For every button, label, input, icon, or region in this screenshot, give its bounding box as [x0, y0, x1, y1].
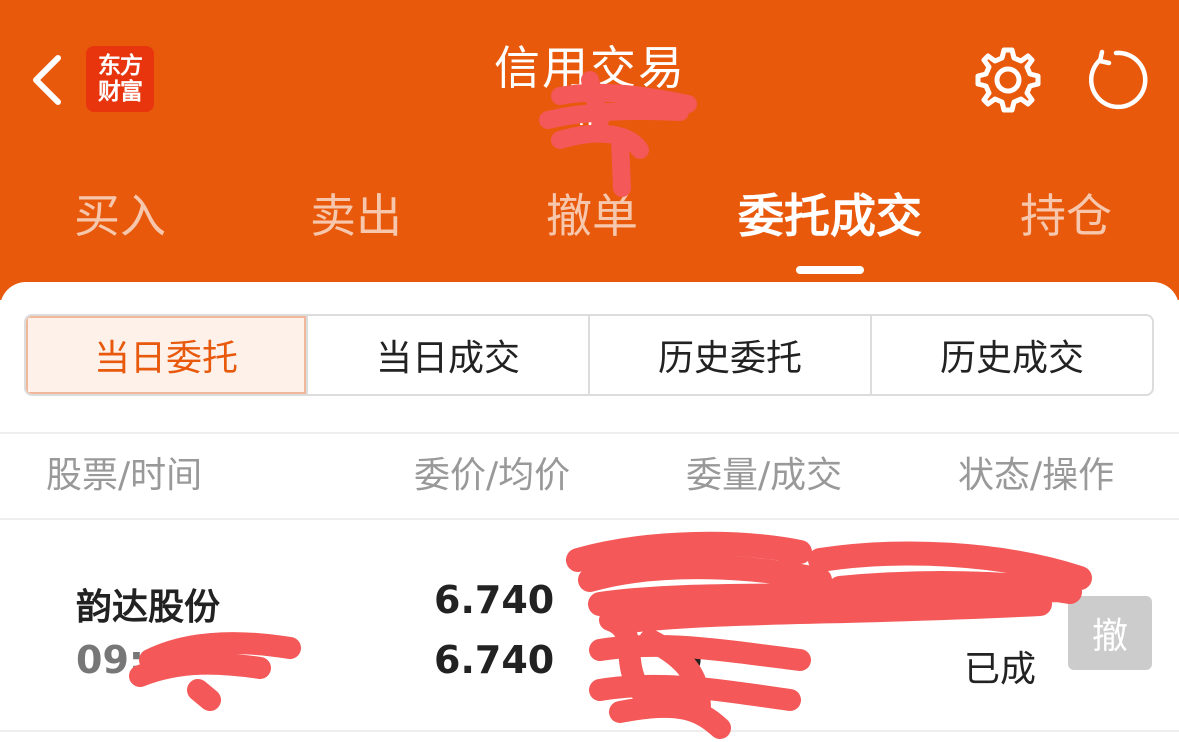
- tab-orders-fills[interactable]: 委托成交: [710, 180, 950, 252]
- tab-positions[interactable]: 持仓: [946, 180, 1179, 252]
- column-stock-time: 股票/时间: [46, 455, 203, 496]
- refresh-icon: [1089, 49, 1148, 110]
- account-subtitle: …: [577, 102, 603, 132]
- gear-icon: [975, 47, 1041, 113]
- order-time: 09:: [76, 638, 145, 682]
- segment-history-orders[interactable]: 历史委托: [588, 316, 870, 394]
- average-price: 6.740: [434, 638, 555, 682]
- stock-name: 韵达股份: [76, 587, 221, 628]
- logo-line-1: 东方: [98, 53, 143, 79]
- filled-quantity: 0: [676, 638, 703, 682]
- table-header: 股票/时间 委价/均价 委量/成交 状态/操作: [0, 432, 1179, 520]
- column-price-avg: 委价/均价: [414, 455, 571, 496]
- segment-today-orders[interactable]: 当日委托: [26, 316, 306, 394]
- segment-history-fills[interactable]: 历史成交: [870, 316, 1152, 394]
- active-tab-indicator: [796, 266, 864, 274]
- column-status-action: 状态/操作: [958, 455, 1115, 496]
- column-quantity-filled: 委量/成交: [686, 455, 843, 496]
- tab-cancel-order[interactable]: 撤单: [472, 180, 712, 252]
- chevron-left-icon: [33, 55, 61, 105]
- app-header: 东方 财富 信用交易 … 买入 卖出 撤单 委托成交 持仓: [0, 0, 1179, 300]
- segment-today-fills[interactable]: 当日成交: [306, 316, 588, 394]
- tab-buy[interactable]: 买入: [0, 180, 240, 252]
- tab-sell[interactable]: 卖出: [236, 180, 476, 252]
- order-type-segmented-control: 当日委托 当日成交 历史委托 历史成交: [24, 314, 1154, 396]
- page-title: 信用交易: [494, 41, 686, 95]
- refresh-button[interactable]: [1082, 46, 1150, 114]
- order-status: 已成: [964, 649, 1037, 690]
- back-button[interactable]: [26, 52, 70, 108]
- app-logo: 东方 财富: [86, 46, 154, 112]
- logo-line-2: 财富: [98, 79, 143, 105]
- order-price: 6.740: [434, 578, 555, 622]
- table-row[interactable]: 韵达股份 09: 6.740 6.740 0 已成 撤: [0, 520, 1179, 732]
- settings-button[interactable]: [970, 44, 1042, 116]
- cancel-order-button[interactable]: 撤: [1068, 596, 1152, 670]
- content-panel: 当日委托 当日成交 历史委托 历史成交 股票/时间 委价/均价 委量/成交 状态…: [0, 282, 1179, 742]
- trade-tabs: 买入 卖出 撤单 委托成交 持仓: [0, 180, 1179, 252]
